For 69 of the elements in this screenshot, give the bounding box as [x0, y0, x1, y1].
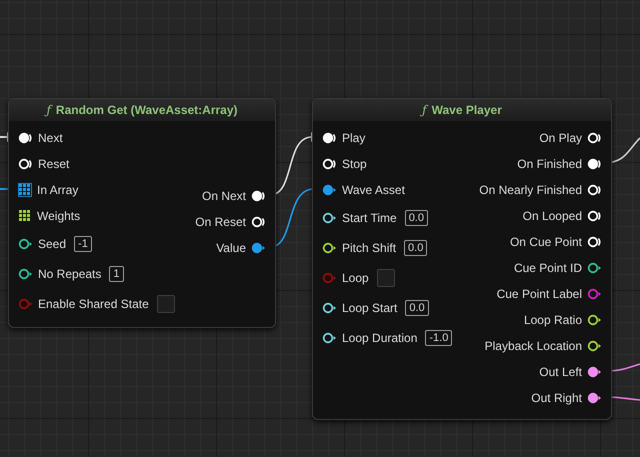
exec-pin-icon[interactable]	[18, 158, 33, 170]
pin-label: Value	[216, 241, 246, 255]
exec-pin-icon[interactable]	[251, 216, 266, 228]
data-pin-icon[interactable]	[322, 302, 337, 314]
function-icon: ƒ	[46, 103, 51, 117]
function-icon: ƒ	[422, 103, 427, 117]
exec-pin-icon[interactable]	[587, 132, 602, 144]
pin-label: Out Right	[531, 391, 582, 405]
checkbox[interactable]	[376, 269, 395, 287]
pin-label: No Repeats	[38, 267, 102, 281]
value-field[interactable]: 0.0	[404, 210, 428, 226]
checkbox[interactable]	[156, 295, 175, 313]
exec-pin-icon[interactable]	[251, 190, 266, 202]
data-pin-icon[interactable]	[587, 340, 602, 352]
data-pin-icon[interactable]	[587, 314, 602, 326]
pin-label: On Finished	[517, 157, 582, 171]
graph-node[interactable]: ƒ Random Get (WaveAsset:Array) Next Reset In Array Weights Seed -1 No Repeats 1 Enable Shared State On Next On Reset Value	[8, 98, 276, 328]
data-pin-icon[interactable]	[322, 184, 337, 196]
pin-label: Enable Shared State	[38, 297, 149, 311]
pin-label: Reset	[38, 157, 70, 171]
value-field[interactable]: -1.0	[425, 330, 452, 346]
pin-label: On Looped	[522, 209, 582, 223]
exec-pin-icon[interactable]	[322, 132, 337, 144]
data-pin-icon[interactable]	[587, 262, 602, 274]
pin-label: On Next	[202, 189, 246, 203]
value-field[interactable]: 1	[109, 266, 124, 282]
exec-pin-icon[interactable]	[587, 236, 602, 248]
exec-pin-icon[interactable]	[587, 184, 602, 196]
value-field[interactable]: -1	[74, 236, 92, 252]
data-pin-icon[interactable]	[322, 212, 337, 224]
pin-label: Cue Point ID	[514, 261, 582, 275]
pin-label: Wave Asset	[342, 183, 405, 197]
node-title: Random Get (WaveAsset:Array)	[56, 103, 238, 117]
pin-label: Stop	[342, 157, 367, 171]
pin-label: Loop Duration	[342, 331, 418, 345]
node-title: Wave Player	[432, 103, 502, 117]
pin-label: Seed	[38, 237, 66, 251]
data-pin-icon[interactable]	[322, 242, 337, 254]
pin-label: On Play	[539, 131, 582, 145]
pin-label: Loop Start	[342, 301, 398, 315]
pin-label: Weights	[37, 209, 80, 223]
data-pin-icon[interactable]	[18, 268, 33, 280]
graph-node[interactable]	[312, 98, 612, 420]
pin-label: Pitch Shift	[342, 241, 396, 255]
data-pin-icon[interactable]	[587, 366, 602, 378]
data-pin-icon[interactable]	[322, 332, 337, 344]
value-field[interactable]: 0.0	[405, 300, 429, 316]
exec-pin-icon[interactable]	[322, 158, 337, 170]
pin-label: Next	[38, 131, 63, 145]
pin-label: Loop Ratio	[524, 313, 582, 327]
pin-label: Start Time	[342, 211, 397, 225]
pin-label: Playback Location	[484, 339, 582, 353]
pin-label: On Reset	[195, 215, 246, 229]
pin-label: On Cue Point	[510, 235, 582, 249]
data-pin-icon[interactable]	[251, 242, 266, 254]
value-field[interactable]: 0.0	[404, 240, 428, 256]
data-pin-icon[interactable]	[18, 238, 33, 250]
pin-label: Play	[342, 131, 366, 145]
array-pin-icon[interactable]	[18, 183, 32, 197]
exec-pin-icon[interactable]	[18, 132, 33, 144]
exec-pin-icon[interactable]	[587, 210, 602, 222]
pin-label: Loop	[342, 271, 369, 285]
pin-label: Cue Point Label	[496, 287, 582, 301]
pin-label: On Nearly Finished	[479, 183, 582, 197]
array-pin-icon[interactable]	[18, 209, 32, 223]
data-pin-icon[interactable]	[587, 392, 602, 404]
pin-label: In Array	[37, 183, 78, 197]
exec-pin-icon[interactable]	[587, 158, 602, 170]
pin-label: Out Left	[539, 365, 582, 379]
